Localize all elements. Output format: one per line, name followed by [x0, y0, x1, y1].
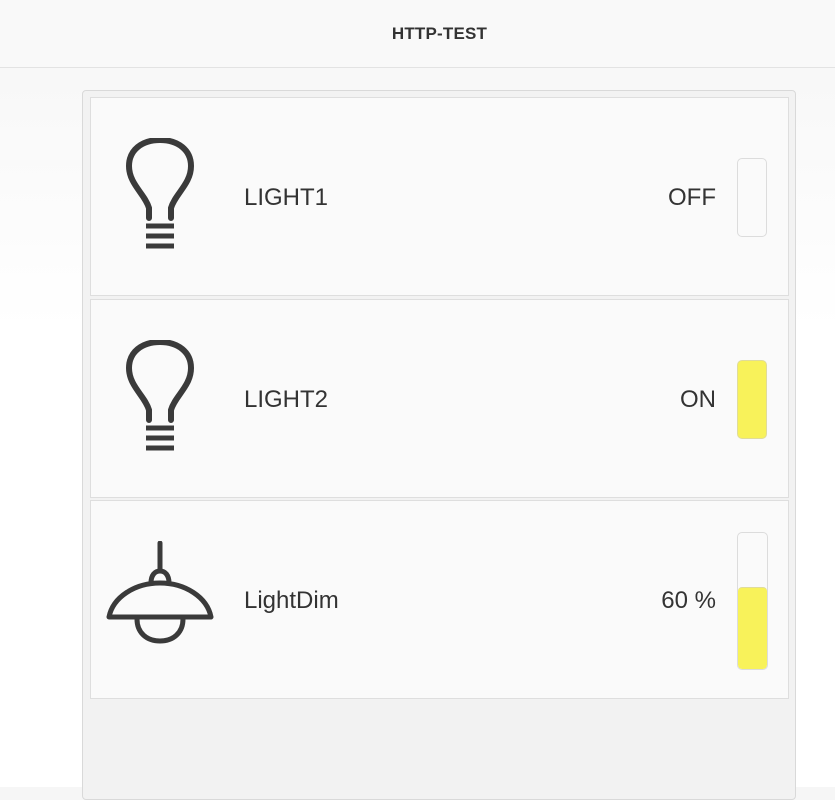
device-row-light2[interactable]: LIGHT2 ON — [90, 299, 789, 498]
device-name: LIGHT1 — [244, 184, 329, 211]
device-row-light1[interactable]: LIGHT1 OFF — [90, 97, 789, 296]
device-name: LightDim — [244, 587, 339, 614]
light-bulb-icon — [126, 340, 194, 451]
device-name: LIGHT2 — [244, 386, 329, 413]
page-title: HTTP-TEST — [391, 23, 488, 43]
app-header: HTTP-TEST — [0, 0, 835, 68]
light-bulb-icon — [126, 138, 194, 249]
device-list: LIGHT1 OFF LIGHT2 ON LightDim 60 % — [82, 90, 796, 800]
light1-toggle[interactable] — [737, 158, 767, 237]
dimmer-level-fill — [738, 587, 767, 669]
dimmer-level-text: 60 % — [661, 587, 716, 614]
device-row-lightdim[interactable]: LightDim 60 % — [90, 500, 789, 699]
pendant-lamp-icon — [106, 541, 214, 644]
device-state: ON — [680, 386, 716, 413]
dimmer-slider[interactable] — [737, 532, 768, 670]
device-state: OFF — [668, 184, 716, 211]
light2-toggle[interactable] — [737, 360, 767, 439]
